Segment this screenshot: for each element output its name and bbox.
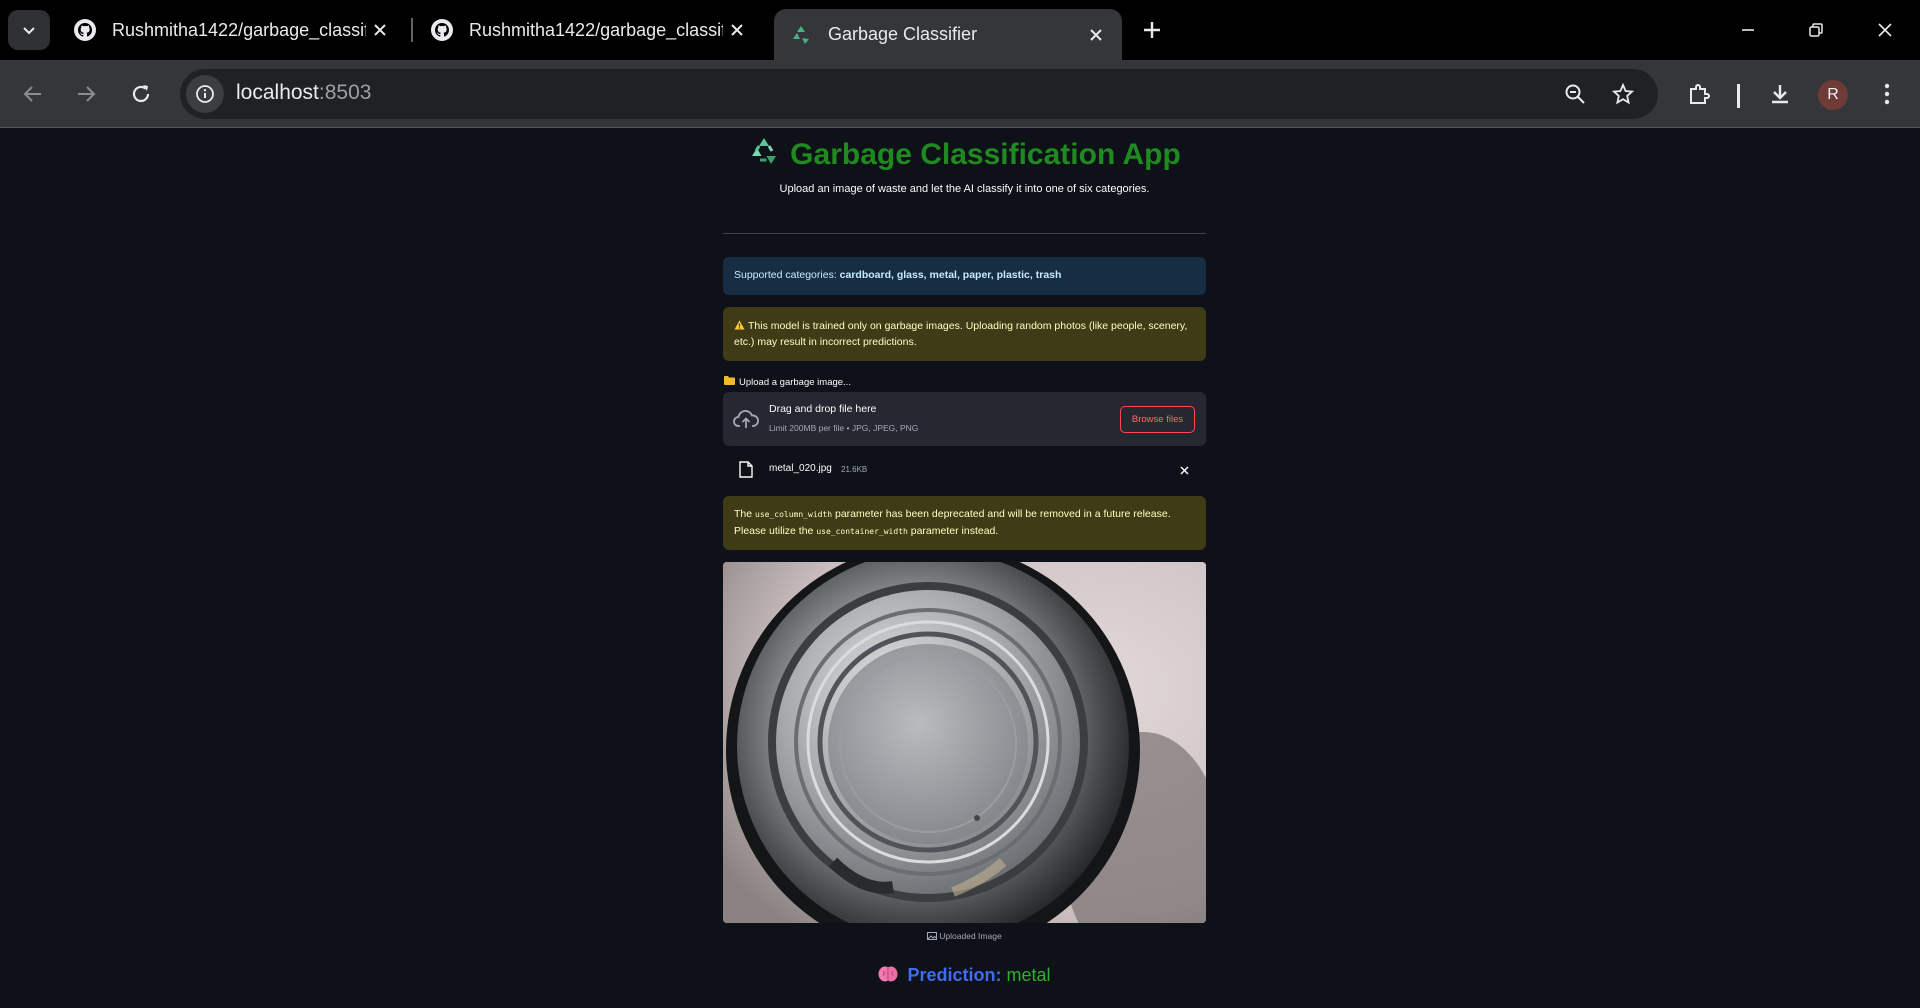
recycle-icon xyxy=(788,22,814,48)
remove-file-button[interactable] xyxy=(1176,462,1192,478)
close-icon xyxy=(731,24,743,36)
title-text: Garbage Classification App xyxy=(790,138,1181,171)
tab-close-button[interactable] xyxy=(1082,21,1110,49)
arrow-left-icon xyxy=(23,86,41,102)
tab-title: Garbage Classifier xyxy=(828,24,978,44)
uploader-label-text: Upload a garbage image... xyxy=(739,376,851,388)
divider xyxy=(723,233,1206,234)
reload-icon xyxy=(132,85,150,103)
prediction-value: metal xyxy=(1006,965,1051,985)
reload-button[interactable] xyxy=(121,74,161,114)
uploaded-file-row: metal_020.jpg 21.6KB xyxy=(723,455,1206,485)
more-vert-icon xyxy=(1884,83,1890,105)
new-tab-button[interactable] xyxy=(1132,12,1172,48)
bookmark-button[interactable] xyxy=(1604,75,1642,113)
close-icon xyxy=(1090,28,1102,41)
recycle-icon xyxy=(748,135,780,175)
puzzle-icon xyxy=(1690,84,1710,104)
image-caption-icon xyxy=(927,931,939,941)
deprecation-code-2: use_container_width xyxy=(816,527,908,536)
file-dropzone[interactable]: Drag and drop file here Limit 200MB per … xyxy=(723,392,1206,446)
file-icon xyxy=(739,461,753,478)
close-icon xyxy=(1179,465,1189,475)
browse-files-button[interactable]: Browse files xyxy=(1120,406,1195,433)
chevron-down-icon xyxy=(23,27,35,35)
app-page: Garbage Classification App Upload an ima… xyxy=(0,129,1920,1008)
zoom-out-icon xyxy=(1565,84,1585,104)
plus-icon xyxy=(1144,22,1160,38)
deprecation-text-3: parameter instead. xyxy=(907,525,999,537)
restore-button[interactable] xyxy=(1791,8,1841,52)
tab-close-button[interactable] xyxy=(723,16,751,44)
star-icon xyxy=(1612,83,1634,105)
minimize-icon xyxy=(1742,29,1754,31)
deprecation-warning: The use_column_width parameter has been … xyxy=(723,496,1206,550)
tab-close-button[interactable] xyxy=(366,16,394,44)
browser-toolbar: localhost:8503 R xyxy=(0,60,1920,128)
tab-github-2[interactable]: Rushmitha1422/garbage_classifi xyxy=(415,9,763,51)
close-icon xyxy=(1878,23,1892,37)
arrow-right-icon xyxy=(78,86,96,102)
tab-garbage-classifier[interactable]: Garbage Classifier xyxy=(774,9,1122,60)
tab-title: Rushmitha1422/garbage_classifi xyxy=(469,19,723,40)
brain-icon xyxy=(878,965,902,985)
profile-avatar[interactable]: R xyxy=(1818,80,1848,110)
warning-text: This model is trained only on garbage im… xyxy=(734,320,1188,348)
zoom-button[interactable] xyxy=(1556,75,1594,113)
file-name: metal_020.jpg xyxy=(769,463,832,474)
cloud-upload-icon xyxy=(733,410,759,428)
url-port: :8503 xyxy=(318,81,372,104)
site-info-button[interactable] xyxy=(186,75,224,113)
prediction-result: Prediction: metal xyxy=(723,965,1206,986)
close-icon xyxy=(374,24,386,36)
info-alert: Supported categories: cardboard, glass, … xyxy=(723,257,1206,295)
restore-icon xyxy=(1809,23,1823,37)
warning-alert: This model is trained only on garbage im… xyxy=(723,307,1206,361)
tab-github-1[interactable]: Rushmitha1422/garbage_classifi xyxy=(58,9,406,51)
tab-separator xyxy=(411,18,413,42)
image-caption-text: Uploaded Image xyxy=(939,931,1002,941)
download-icon xyxy=(1772,85,1788,104)
info-categories: cardboard, glass, metal, paper, plastic,… xyxy=(839,269,1062,281)
dropzone-title: Drag and drop file here xyxy=(769,403,877,415)
metal-can-photo xyxy=(723,562,1206,923)
dropzone-hint: Limit 200MB per file • JPG, JPEG, PNG xyxy=(769,423,919,433)
deprecation-text-1: The xyxy=(734,508,756,520)
warning-icon xyxy=(734,320,748,332)
close-window-button[interactable] xyxy=(1860,8,1910,52)
url-text[interactable]: localhost:8503 xyxy=(236,81,371,105)
downloads-button[interactable] xyxy=(1760,74,1800,114)
toolbar-divider xyxy=(1737,84,1740,108)
github-icon xyxy=(72,17,98,43)
page-title: Garbage Classification App xyxy=(723,135,1206,175)
forward-button[interactable] xyxy=(66,74,106,114)
info-icon xyxy=(196,85,214,103)
info-prefix: Supported categories: xyxy=(734,269,840,281)
back-button[interactable] xyxy=(13,74,53,114)
extensions-button[interactable] xyxy=(1679,74,1719,114)
tab-title: Rushmitha1422/garbage_classifi xyxy=(112,19,366,40)
tab-search-button[interactable] xyxy=(8,10,50,50)
url-host: localhost xyxy=(236,81,319,104)
image-caption: Uploaded Image xyxy=(723,931,1206,941)
page-subtitle: Upload an image of waste and let the AI … xyxy=(779,183,1150,195)
folder-icon xyxy=(724,376,735,388)
address-bar[interactable]: localhost:8503 xyxy=(180,69,1658,119)
browser-titlebar: Rushmitha1422/garbage_classifi Rushmitha… xyxy=(0,0,1920,60)
file-size: 21.6KB xyxy=(841,465,868,474)
minimize-button[interactable] xyxy=(1723,8,1773,52)
deprecation-code-1: use_column_width xyxy=(755,510,833,519)
menu-button[interactable] xyxy=(1867,74,1907,114)
uploaded-image xyxy=(723,562,1206,923)
prediction-label: Prediction: xyxy=(907,965,1002,985)
uploader-label: Upload a garbage image... xyxy=(724,376,851,388)
github-icon xyxy=(429,17,455,43)
